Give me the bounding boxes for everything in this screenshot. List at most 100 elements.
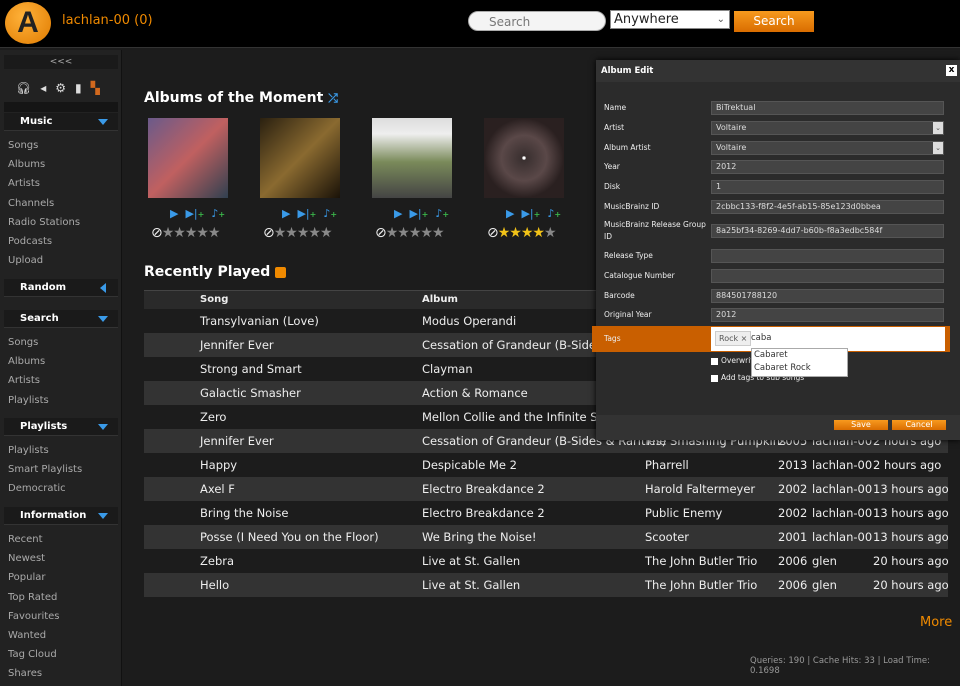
search-scope-select[interactable]: Anywhere ⌄ — [610, 10, 730, 29]
sidebar-item[interactable]: Tag Cloud — [8, 649, 57, 660]
field-input[interactable]: BiTrektual — [711, 101, 944, 115]
field-select[interactable]: Voltaire ⌄ — [711, 121, 944, 135]
table-row[interactable]: Posse (I Need You on the Floor) We Bring … — [144, 525, 949, 549]
add-to-queue-icon[interactable]: ▶|+ — [185, 207, 204, 220]
save-button[interactable]: Save — [834, 420, 888, 430]
cell-album[interactable]: Electro Breakdance 2 — [422, 482, 545, 496]
cell-song[interactable]: Jennifer Ever — [200, 434, 274, 448]
cell-album[interactable]: Despicable Me 2 — [422, 458, 517, 472]
sidebar-section-information[interactable]: Information — [4, 507, 118, 525]
cell-song[interactable]: Zero — [200, 410, 226, 424]
col-song[interactable]: Song — [200, 294, 228, 305]
cell-artist[interactable]: Pharrell — [645, 458, 689, 472]
field-input[interactable]: 2012 — [711, 160, 944, 174]
cell-album[interactable]: Live at St. Gallen — [422, 554, 520, 568]
sidebar-item[interactable]: Albums — [8, 356, 45, 367]
cell-song[interactable]: Galactic Smasher — [200, 386, 301, 400]
field-input[interactable]: 884501788120 — [711, 289, 944, 303]
collapse-sidebar-button[interactable]: <<< — [4, 55, 118, 69]
sidebar-item[interactable]: Shares — [8, 668, 42, 679]
table-row[interactable]: Hello Live at St. Gallen The John Butler T… — [144, 573, 949, 597]
cell-artist[interactable]: Public Enemy — [645, 506, 722, 520]
star-icon[interactable]: ★ — [208, 225, 221, 241]
field-input[interactable]: 8a25bf34-8269-4dd7-b60b-f8a3edbc584f — [711, 224, 944, 238]
star-icon[interactable]: ★ — [498, 225, 511, 241]
add-to-queue-icon[interactable]: ▶|+ — [409, 207, 428, 220]
clear-rating-icon[interactable]: ⊘ — [487, 225, 499, 241]
cell-song[interactable]: Jennifer Ever — [200, 338, 274, 352]
clear-rating-icon[interactable]: ⊘ — [263, 225, 275, 241]
clear-rating-icon[interactable]: ⊘ — [375, 225, 387, 241]
add-to-queue-icon[interactable]: ▶|+ — [521, 207, 540, 220]
more-link[interactable]: More — [920, 615, 952, 630]
cell-song[interactable]: Zebra — [200, 554, 234, 568]
sidebar-item[interactable]: Top Rated — [8, 592, 57, 603]
cell-album[interactable]: Modus Operandi — [422, 314, 516, 328]
field-input[interactable] — [711, 249, 944, 263]
add-to-queue-icon[interactable]: ▶|+ — [297, 207, 316, 220]
cell-album[interactable]: Live at St. Gallen — [422, 578, 520, 592]
tag-chip[interactable]: Rock × — [715, 331, 752, 346]
user-link[interactable]: lachlan-00 (0) — [62, 13, 153, 28]
add-to-playlist-icon[interactable]: ♪+ — [547, 207, 561, 220]
sidebar-item[interactable]: Popular — [8, 572, 46, 583]
suggestion-item[interactable]: Cabaret — [754, 349, 847, 362]
close-icon[interactable]: x — [946, 65, 957, 76]
cell-artist[interactable]: Harold Faltermeyer — [645, 482, 755, 496]
rating-stars[interactable]: ⊘★★★★★ — [151, 225, 221, 241]
search-button[interactable]: Search — [734, 11, 814, 32]
gear-icon[interactable]: ⚙ — [55, 81, 66, 95]
cell-artist[interactable]: The John Butler Trio — [645, 554, 757, 568]
star-icon[interactable]: ★ — [544, 225, 557, 241]
play-icon[interactable]: ▶ — [506, 207, 514, 220]
table-row[interactable]: Zebra Live at St. Gallen The John Butler T… — [144, 549, 949, 573]
cell-album[interactable]: Clayman — [422, 362, 473, 376]
star-icon[interactable]: ★ — [162, 225, 175, 241]
star-icon[interactable]: ★ — [521, 225, 534, 241]
star-icon[interactable]: ★ — [297, 225, 310, 241]
field-input[interactable]: 2012 — [711, 308, 944, 322]
sidebar-item[interactable]: Playlists — [8, 395, 49, 406]
star-icon[interactable]: ★ — [185, 225, 198, 241]
star-icon[interactable]: ★ — [285, 225, 298, 241]
sidebar-item[interactable]: Newest — [8, 553, 45, 564]
rating-stars[interactable]: ⊘★★★★★ — [487, 225, 557, 241]
field-input[interactable]: 2cbbc133-f8f2-4e5f-ab15-85e123d0bbea — [711, 200, 944, 214]
cell-album[interactable]: Electro Breakdance 2 — [422, 506, 545, 520]
add-to-playlist-icon[interactable]: ♪+ — [435, 207, 449, 220]
play-icon[interactable]: ▶ — [170, 207, 178, 220]
sidebar-item[interactable]: Albums — [8, 159, 45, 170]
sidebar-item[interactable]: Songs — [8, 140, 38, 151]
album-cover[interactable] — [372, 118, 452, 198]
cell-artist[interactable]: Scooter — [645, 530, 689, 544]
play-icon[interactable]: ▶ — [282, 207, 290, 220]
cell-album[interactable]: Action & Romance — [422, 386, 528, 400]
sidebar-item[interactable]: Democratic — [8, 483, 66, 494]
sidebar-section-playlists[interactable]: Playlists — [4, 418, 118, 436]
field-input[interactable]: 1 — [711, 180, 944, 194]
sidebar-item[interactable]: Favourites — [8, 611, 60, 622]
table-row[interactable]: Happy Despicable Me 2 Pharrell 2013 lachlan-… — [144, 453, 948, 477]
star-icon[interactable]: ★ — [320, 225, 333, 241]
cell-song[interactable]: Transylvanian (Love) — [200, 314, 319, 328]
logo[interactable]: A — [5, 2, 51, 44]
headphones-icon[interactable]: 🎧︎ — [16, 81, 31, 95]
page-icon[interactable]: ▮ — [75, 81, 82, 95]
add-to-playlist-icon[interactable]: ♪+ — [211, 207, 225, 220]
cell-song[interactable]: Happy — [200, 458, 237, 472]
search-input[interactable]: Search — [468, 11, 606, 31]
rss-icon[interactable] — [275, 267, 287, 278]
field-input[interactable] — [711, 269, 944, 283]
cell-song[interactable]: Posse (I Need You on the Floor) — [200, 530, 379, 544]
sidebar-item[interactable]: Songs — [8, 337, 38, 348]
star-icon[interactable]: ★ — [386, 225, 399, 241]
album-cover[interactable] — [484, 118, 564, 198]
play-icon[interactable]: ▶ — [394, 207, 402, 220]
sidebar-section-music[interactable]: Music — [4, 113, 118, 131]
sidebar-item[interactable]: Recent — [8, 534, 43, 545]
sidebar-item[interactable]: Podcasts — [8, 236, 52, 247]
star-icon[interactable]: ★ — [420, 225, 433, 241]
star-icon[interactable]: ★ — [532, 225, 545, 241]
star-icon[interactable]: ★ — [196, 225, 209, 241]
star-icon[interactable]: ★ — [432, 225, 445, 241]
